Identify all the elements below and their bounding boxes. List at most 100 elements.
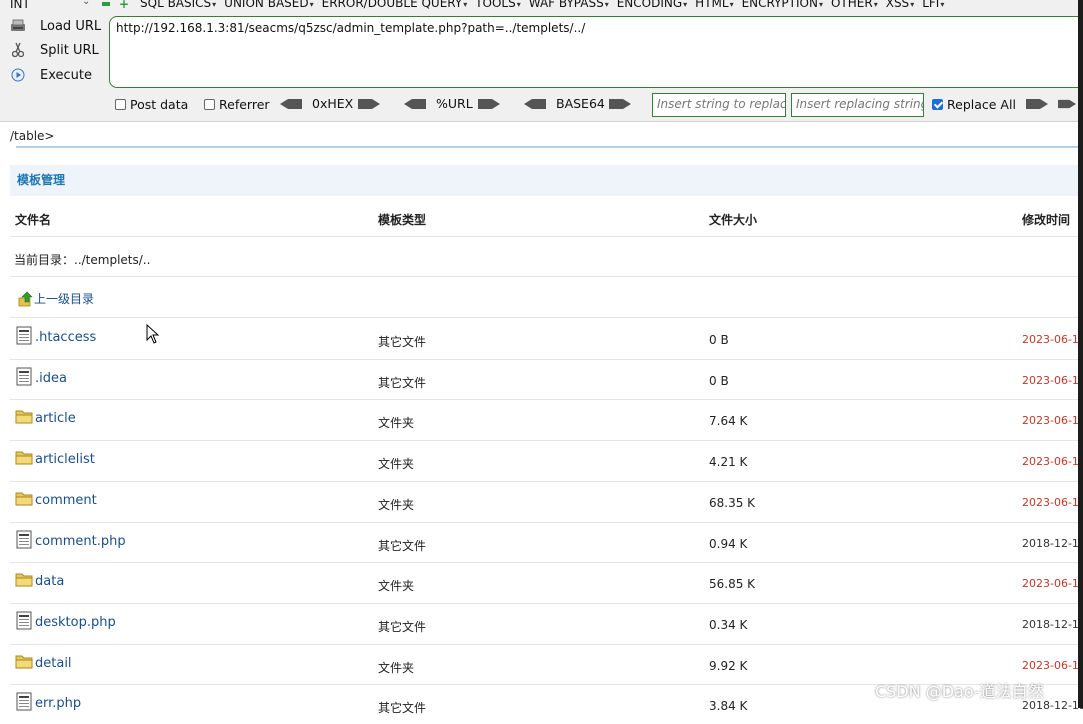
- divider: [16, 146, 1083, 148]
- url-encode-left-icon[interactable]: [404, 99, 426, 109]
- file-type: 文件夹: [378, 661, 415, 675]
- insert-string-input[interactable]: Insert string to replace: [652, 93, 786, 117]
- file-size: 4.21 K: [709, 455, 748, 469]
- file-type: 文件夹: [378, 498, 415, 512]
- referrer-checkbox[interactable]: Referrer: [204, 97, 270, 112]
- file-name: .idea: [35, 371, 67, 386]
- url-encode-right-icon[interactable]: [478, 99, 500, 109]
- file-name: articlelist: [35, 452, 95, 467]
- base64-right-icon[interactable]: [609, 99, 631, 109]
- file-name-link[interactable]: data: [15, 570, 64, 589]
- column-header-filename: 文件名: [15, 213, 52, 227]
- panel-title: 模板管理: [10, 165, 1083, 196]
- current-directory: 当前目录：../templets/..: [14, 253, 151, 267]
- file-name-link[interactable]: .idea: [15, 367, 67, 386]
- post-data-checkbox[interactable]: Post data: [115, 97, 188, 112]
- hex-label: 0xHEX: [312, 96, 354, 111]
- menu-item[interactable]: OTHER: [831, 0, 878, 10]
- parent-directory-label: 上一级目录: [34, 292, 95, 306]
- menu-item[interactable]: ENCRYPTION: [742, 0, 823, 10]
- menu-item[interactable]: ENCODING: [617, 0, 687, 10]
- file-size: 0 B: [709, 374, 729, 388]
- file-name-link[interactable]: detail: [15, 652, 72, 671]
- file-icon: [16, 367, 32, 386]
- insert-replacing-input[interactable]: Insert replacing string: [791, 93, 924, 117]
- folder-icon: [15, 655, 33, 669]
- file-type: 文件夹: [378, 416, 415, 430]
- file-name-link[interactable]: comment: [15, 489, 97, 508]
- divider: [10, 276, 1083, 277]
- file-name-link[interactable]: err.php: [15, 692, 81, 711]
- file-size: 3.84 K: [709, 699, 748, 713]
- folder-icon: [15, 410, 33, 424]
- post-data-checkbox-box[interactable]: [115, 99, 126, 110]
- execute-button[interactable]: Execute: [10, 67, 92, 83]
- url-textarea[interactable]: http://192.168.1.3:81/seacms/q5zsc/admin…: [109, 16, 1083, 88]
- table-row: articlelist 文件夹 4.21 K 2023-06-13: [0, 440, 1083, 480]
- table-row: article 文件夹 7.64 K 2023-06-13: [0, 399, 1083, 439]
- file-modified: 2018-12-11: [1022, 618, 1083, 631]
- hex-encode-left-icon[interactable]: [280, 99, 302, 109]
- file-type: 其它文件: [378, 376, 427, 390]
- menu-item[interactable]: WAF BYPASS: [529, 0, 609, 10]
- replace-right-icon[interactable]: [1026, 99, 1048, 109]
- table-row: desktop.php 其它文件 0.34 K 2018-12-11: [0, 603, 1083, 643]
- minus-icon[interactable]: [102, 2, 110, 6]
- watermark-text: CSDN @Dao-道法自然: [875, 682, 1044, 701]
- execute-label: Execute: [40, 67, 92, 83]
- file-modified: 2023-06-13: [1022, 333, 1083, 346]
- menu-item[interactable]: TOOLS: [475, 0, 521, 10]
- file-name-link[interactable]: .htaccess: [15, 326, 96, 345]
- parent-directory-link[interactable]: 上一级目录: [18, 290, 94, 307]
- load-url-button[interactable]: Load URL: [10, 18, 101, 34]
- file-icon: [16, 611, 32, 630]
- file-size: 68.35 K: [709, 496, 756, 510]
- folder-icon: [15, 451, 33, 465]
- mouse-cursor-icon: [146, 324, 160, 344]
- file-name-link[interactable]: articlelist: [15, 448, 95, 467]
- table-row: comment.php 其它文件 0.94 K 2018-12-11: [0, 522, 1083, 562]
- base64-left-icon[interactable]: [524, 99, 546, 109]
- plus-icon[interactable]: +: [119, 0, 129, 10]
- file-type: 文件夹: [378, 457, 415, 471]
- replace-all-label: Replace All: [947, 97, 1016, 112]
- file-name: detail: [35, 656, 72, 671]
- menu-item[interactable]: UNION BASED: [224, 0, 313, 10]
- hackbar-options-row: Post data Referrer 0xHEX %URL BASE64 Ins…: [0, 93, 1083, 117]
- menu-item[interactable]: XSS: [886, 0, 914, 10]
- referrer-label: Referrer: [219, 97, 270, 112]
- file-modified: 2023-06-13: [1022, 455, 1083, 468]
- chevron-down-icon[interactable]: ⌄: [82, 0, 90, 7]
- divider: [10, 236, 1083, 237]
- file-size: 0 B: [709, 333, 729, 347]
- hex-encode-right-icon[interactable]: [358, 99, 380, 109]
- folder-icon: [15, 492, 33, 506]
- menu-item[interactable]: ERROR/DOUBLE QUERY: [322, 0, 468, 10]
- play-icon: [10, 67, 26, 83]
- menu-item[interactable]: SQL BASICS: [140, 0, 216, 10]
- column-header-type: 模板类型: [378, 213, 427, 227]
- file-modified: 2023-06-13: [1022, 577, 1083, 590]
- file-type: 其它文件: [378, 335, 427, 349]
- replace-more-icon[interactable]: [1058, 99, 1076, 109]
- split-url-label: Split URL: [40, 42, 99, 58]
- injection-type-select[interactable]: INT: [10, 0, 30, 11]
- load-url-icon: [10, 18, 26, 34]
- hackbar-menubar: INT ⌄ + SQL BASICS UNION BASED ERROR/DOUBL…: [0, 0, 1083, 12]
- menu-item[interactable]: LFI: [922, 0, 944, 10]
- split-url-button[interactable]: Split URL: [10, 42, 99, 58]
- folder-icon: [15, 573, 33, 587]
- file-modified: 2023-06-13: [1022, 496, 1083, 509]
- post-data-label: Post data: [130, 97, 189, 112]
- file-modified: 2023-06-13: [1022, 659, 1083, 672]
- table-row: .htaccess 其它文件 0 B 2023-06-13: [0, 318, 1083, 358]
- replace-all-checkbox-box[interactable]: [932, 99, 943, 110]
- file-name-link[interactable]: article: [15, 407, 76, 426]
- file-name-link[interactable]: comment.php: [15, 530, 126, 549]
- url-encode-label: %URL: [436, 96, 473, 111]
- file-icon: [16, 692, 32, 711]
- menu-item[interactable]: HTML: [695, 0, 733, 10]
- replace-all-checkbox[interactable]: Replace All: [932, 97, 1016, 112]
- referrer-checkbox-box[interactable]: [204, 99, 215, 110]
- file-name-link[interactable]: desktop.php: [15, 611, 116, 630]
